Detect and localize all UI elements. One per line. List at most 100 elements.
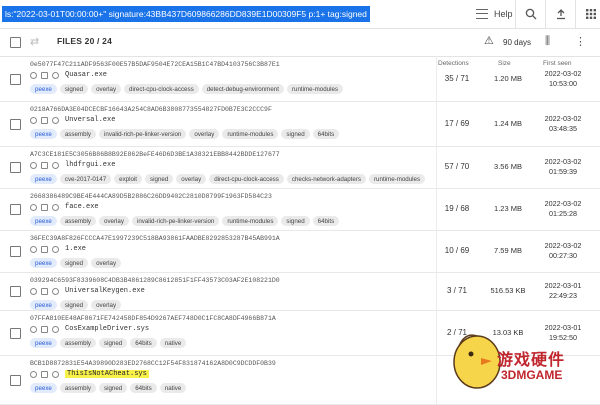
tag-chip[interactable]: signed <box>59 300 89 310</box>
days-filter[interactable]: 90 days <box>503 38 531 47</box>
tag-chip[interactable]: direct-cpu-clock-access <box>124 84 199 94</box>
file-type-icon <box>30 116 37 124</box>
file-hash[interactable]: A7C3CE181E5C3056B86B8B92E862BeFE46D6D3BE… <box>30 151 280 158</box>
file-name[interactable]: 1.exe <box>65 245 86 253</box>
tag-chip[interactable]: peexe <box>30 338 57 348</box>
swap-icon[interactable]: ⇄ <box>30 35 39 48</box>
tag-chip[interactable]: signed <box>281 129 310 139</box>
tag-chip[interactable]: assembly <box>59 338 96 348</box>
tag-chip[interactable]: overlay <box>91 258 122 268</box>
search-button[interactable] <box>515 0 546 28</box>
file-type-icon <box>30 245 37 253</box>
tag-chip[interactable]: 64bits <box>130 338 157 348</box>
row-checkbox[interactable] <box>10 162 21 173</box>
file-name-line: UniversalKeygen.exe <box>30 287 145 295</box>
tag-list: peexe assembly overlay invalid-rich-pe-link… <box>30 216 342 226</box>
timer-icon <box>41 71 48 79</box>
filter-icon <box>476 9 488 19</box>
table-row[interactable]: A7C3CE181E5C3056B86B8B92E862BeFE46D6D3BE… <box>0 146 600 189</box>
tag-chip[interactable]: runtime-modules <box>369 174 426 184</box>
file-name[interactable]: ThisIsNotACheat.sys <box>65 370 149 378</box>
file-hash[interactable]: BCB1D8872831E54A39890D283ED2768CC12F54F8… <box>30 360 276 367</box>
upload-icon <box>557 9 565 20</box>
table-row[interactable]: 0e5077F47C211ADF9563F00E57B5DAF9504E72CE… <box>0 56 600 102</box>
tag-chip[interactable]: 64bits <box>130 383 157 393</box>
help-button[interactable]: Help <box>476 0 513 28</box>
tag-chip[interactable]: overlay <box>176 174 207 184</box>
tag-chip[interactable]: direct-cpu-clock-access <box>209 174 284 184</box>
tag-chip[interactable]: 64bits <box>312 129 340 139</box>
tag-chip[interactable]: signed <box>99 338 128 348</box>
file-hash[interactable]: 2668386489C9BE4E444CA89D5B2886C26DD9402C… <box>30 193 272 200</box>
tag-chip[interactable]: cve-2017-0147 <box>59 174 112 184</box>
tag-chip[interactable]: signed <box>281 216 310 226</box>
tag-chip[interactable]: native <box>159 383 187 393</box>
table-row[interactable]: 36FEC39A8F826FCCCA47E1997239C518BA93861F… <box>0 230 600 273</box>
file-name[interactable]: CosExampleDriver.sys <box>65 325 149 333</box>
first-seen-time: 03:48:35 <box>549 123 577 133</box>
tag-list: peexe assembly signed 64bits native <box>30 383 189 393</box>
detection-ratio[interactable]: 17 / 69 <box>438 119 476 128</box>
detection-ratio[interactable]: 10 / 69 <box>438 246 476 255</box>
file-name[interactable]: face.exe <box>65 203 99 211</box>
tag-chip[interactable]: invalid-rich-pe-linker-version <box>131 216 220 226</box>
more-icon[interactable]: ⋮ <box>575 35 586 48</box>
table-row[interactable]: 0218A766DA3E04DCECBF16643A254C8AD6B38087… <box>0 101 600 147</box>
tag-chip[interactable]: assembly <box>59 129 96 139</box>
tag-chip[interactable]: peexe <box>30 129 57 139</box>
tag-chip[interactable]: runtime-modules <box>286 84 344 94</box>
row-checkbox[interactable] <box>10 374 21 386</box>
tag-chip[interactable]: invalid-rich-pe-linker-version <box>99 129 187 139</box>
tag-chip[interactable]: peexe <box>30 174 57 184</box>
tag-chip[interactable]: checks-network-adapters <box>286 174 366 184</box>
tag-chip[interactable]: peexe <box>30 258 57 268</box>
tag-chip[interactable]: overlay <box>91 84 122 94</box>
file-name[interactable]: lhdfrgui.exe <box>65 161 115 169</box>
row-checkbox[interactable] <box>10 286 21 297</box>
file-hash[interactable]: 039294C6593F8339608C4DB3B4861289C8612851… <box>30 277 280 284</box>
tag-chip[interactable]: peexe <box>30 84 57 94</box>
tag-chip[interactable]: assembly <box>59 383 96 393</box>
tag-chip[interactable]: detect-debug-environment <box>201 84 284 94</box>
detection-ratio[interactable]: 35 / 71 <box>438 74 476 83</box>
select-all-checkbox[interactable] <box>10 37 21 48</box>
first-seen-time: 10:53:00 <box>549 78 577 88</box>
file-name[interactable]: Unversal.exe <box>65 116 115 124</box>
row-checkbox[interactable] <box>10 73 21 85</box>
tag-chip[interactable]: signed <box>59 258 89 268</box>
tag-chip[interactable]: peexe <box>30 383 57 393</box>
tag-chip[interactable]: overlay <box>99 216 129 226</box>
detection-ratio[interactable]: 57 / 70 <box>438 162 476 171</box>
file-hash[interactable]: 07FFA810EE48AF8671FE742458DF854D9267AEF7… <box>30 315 276 322</box>
tag-chip[interactable]: runtime-modules <box>222 129 279 139</box>
tag-chip[interactable]: native <box>159 338 187 348</box>
row-checkbox[interactable] <box>10 204 21 215</box>
apps-button[interactable] <box>575 0 600 28</box>
tag-chip[interactable]: signed <box>99 383 128 393</box>
tag-chip[interactable]: 64bits <box>312 216 340 226</box>
file-hash[interactable]: 0e5077F47C211ADF9563F00E57B5DAF9504E72CE… <box>30 61 280 68</box>
upload-button[interactable] <box>545 0 576 28</box>
tag-chip[interactable]: exploit <box>114 174 143 184</box>
tag-chip[interactable]: assembly <box>59 216 96 226</box>
file-name[interactable]: UniversalKeygen.exe <box>65 287 145 295</box>
tag-chip[interactable]: peexe <box>30 300 57 310</box>
detection-ratio[interactable]: 19 / 68 <box>438 204 476 213</box>
tag-chip[interactable]: runtime-modules <box>222 216 279 226</box>
tag-chip[interactable]: overlay <box>91 300 122 310</box>
tag-chip[interactable]: overlay <box>189 129 220 139</box>
tag-chip[interactable]: signed <box>145 174 174 184</box>
tag-chip[interactable]: peexe <box>30 216 57 226</box>
search-query-input[interactable]: ls:"2022-03-01T00:00:00+" signature:43BB… <box>2 6 370 22</box>
row-checkbox[interactable] <box>10 118 21 130</box>
tag-chip[interactable]: signed <box>59 84 89 94</box>
row-checkbox[interactable] <box>10 327 21 339</box>
file-name[interactable]: Quasar.exe <box>65 71 107 79</box>
columns-icon[interactable]: ⫼ <box>545 35 550 48</box>
row-checkbox[interactable] <box>10 246 21 257</box>
file-hash[interactable]: 0218A766DA3E04DCECBF16643A254C8AD6B38087… <box>30 106 272 113</box>
detection-ratio[interactable]: 3 / 71 <box>438 286 476 295</box>
table-row[interactable]: 039294C6593F8339608C4DB3B4861289C8612851… <box>0 272 600 311</box>
table-row[interactable]: 2668386489C9BE4E444CA89D5B2886C26DD9402C… <box>0 188 600 231</box>
file-hash[interactable]: 36FEC39A8F826FCCCA47E1997239C518BA93861F… <box>30 235 280 242</box>
